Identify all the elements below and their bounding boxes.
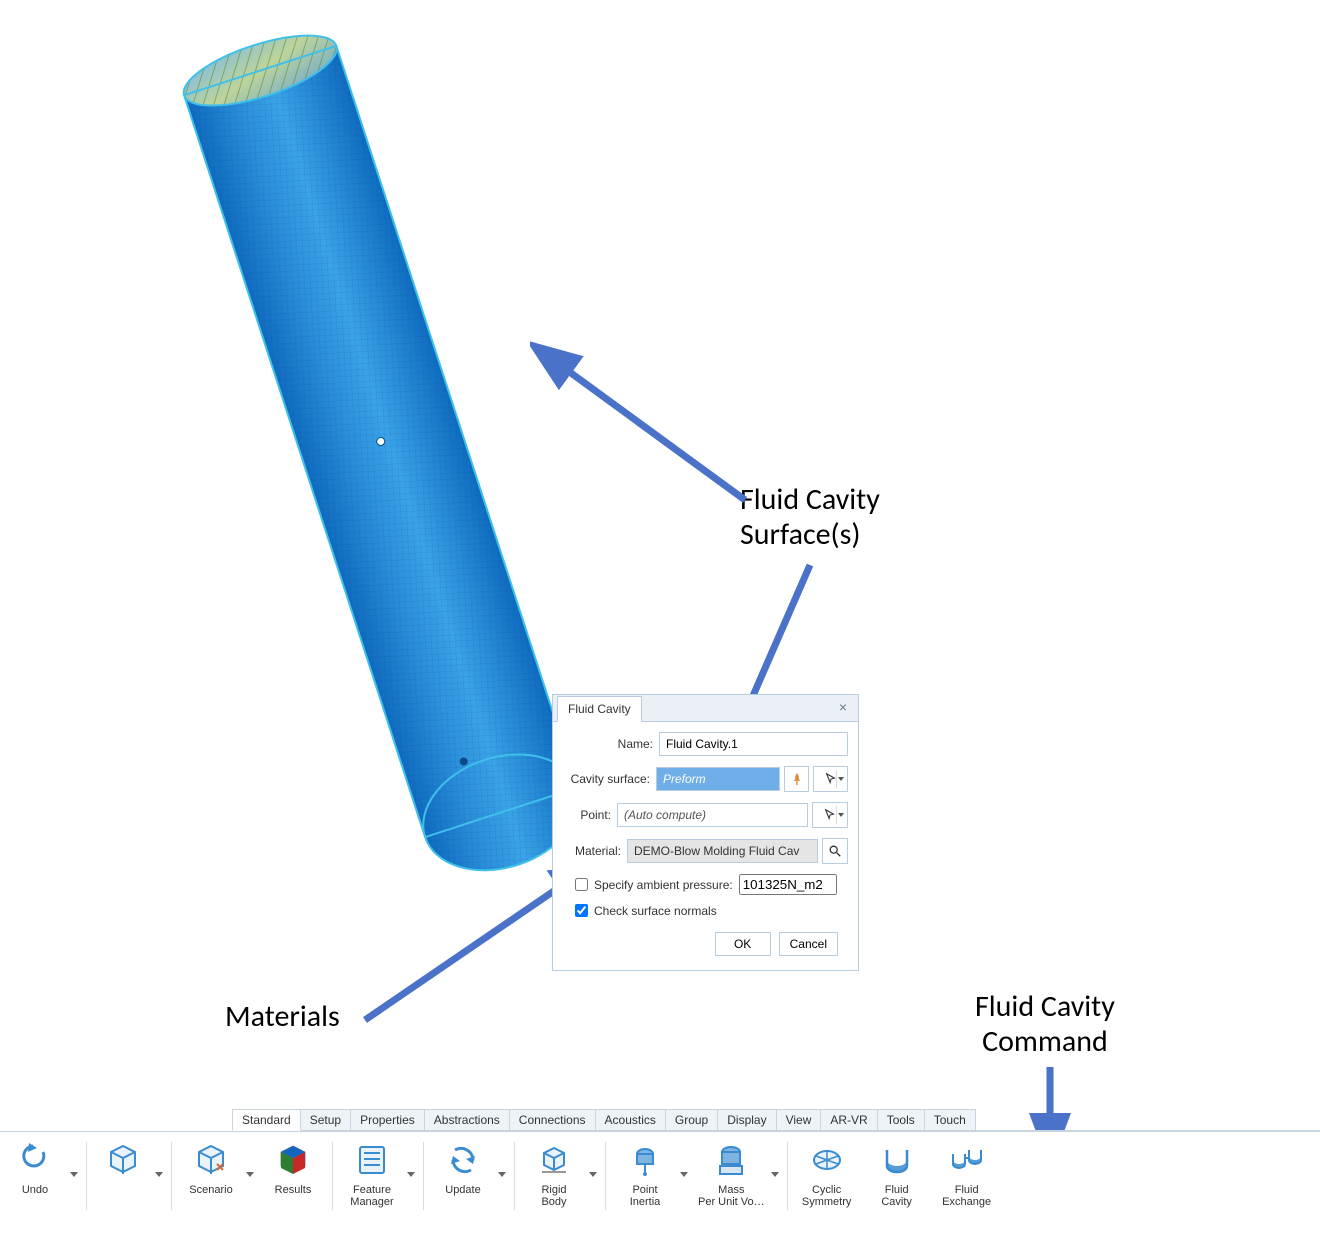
part-button[interactable] bbox=[91, 1132, 167, 1220]
tool-label: Undo bbox=[22, 1184, 48, 1196]
tab-ar-vr[interactable]: AR-VR bbox=[820, 1109, 877, 1130]
fluid-cavity-icon bbox=[875, 1138, 919, 1182]
name-input[interactable] bbox=[659, 732, 848, 756]
rigid-body-button[interactable]: Rigid Body bbox=[519, 1132, 601, 1220]
tool-label: Fluid Exchange bbox=[942, 1184, 991, 1208]
tool-label: Fluid Cavity bbox=[881, 1184, 912, 1208]
tool-label: Rigid Body bbox=[541, 1184, 566, 1208]
select-picker-button[interactable] bbox=[813, 766, 848, 792]
search-icon[interactable] bbox=[822, 838, 848, 864]
undo-icon bbox=[13, 1138, 57, 1182]
tab-setup[interactable]: Setup bbox=[300, 1109, 351, 1130]
undo-button[interactable]: Undo bbox=[0, 1132, 82, 1220]
cyclic-symmetry-button[interactable]: Cyclic Symmetry bbox=[792, 1132, 862, 1220]
tab-properties[interactable]: Properties bbox=[350, 1109, 425, 1130]
chevron-down-icon bbox=[407, 1172, 415, 1177]
chevron-down-icon bbox=[589, 1172, 597, 1177]
chevron-down-icon bbox=[771, 1172, 779, 1177]
annotation-materials: Materials bbox=[225, 1000, 340, 1035]
annotation-arrow bbox=[530, 340, 790, 540]
ribbon-toolbar: Undo Scenario bbox=[0, 1131, 1320, 1220]
tab-tools[interactable]: Tools bbox=[877, 1109, 925, 1130]
close-icon[interactable]: × bbox=[834, 698, 852, 716]
tool-label: Feature Manager bbox=[350, 1184, 393, 1208]
chevron-down-icon bbox=[246, 1172, 254, 1177]
feature-manager-button[interactable]: Feature Manager bbox=[337, 1132, 419, 1220]
label-check-surface-normals: Check surface normals bbox=[594, 904, 717, 918]
cyclic-symmetry-icon bbox=[805, 1138, 849, 1182]
cancel-button[interactable]: Cancel bbox=[779, 932, 838, 956]
chevron-down-icon bbox=[838, 813, 844, 817]
ambient-pressure-input bbox=[739, 874, 837, 895]
feature-manager-icon bbox=[350, 1138, 394, 1182]
tab-standard[interactable]: Standard bbox=[232, 1109, 301, 1131]
ribbon: Standard Setup Properties Abstractions C… bbox=[0, 1108, 1320, 1220]
point-inertia-button[interactable]: Point Inertia bbox=[610, 1132, 692, 1220]
chevron-down-icon bbox=[70, 1172, 78, 1177]
point-picker-button[interactable] bbox=[812, 802, 848, 828]
rigid-body-icon bbox=[532, 1138, 576, 1182]
tool-label: Mass Per Unit Vo… bbox=[698, 1184, 765, 1208]
specify-ambient-pressure-checkbox[interactable] bbox=[575, 878, 588, 891]
chevron-down-icon bbox=[680, 1172, 688, 1177]
point-input[interactable] bbox=[617, 803, 808, 827]
label-specify-ambient-pressure: Specify ambient pressure: bbox=[594, 878, 733, 892]
fluid-cavity-dialog: Fluid Cavity × Name: Cavity surface: Pre… bbox=[552, 694, 859, 971]
dialog-title: Fluid Cavity bbox=[568, 702, 631, 716]
point-inertia-icon bbox=[623, 1138, 667, 1182]
results-button[interactable]: Results bbox=[258, 1132, 328, 1220]
fluid-cavity-button[interactable]: Fluid Cavity bbox=[862, 1132, 932, 1220]
label-material: Material: bbox=[563, 844, 627, 858]
tab-connections[interactable]: Connections bbox=[509, 1109, 596, 1130]
tab-group[interactable]: Group bbox=[665, 1109, 718, 1130]
update-button[interactable]: Update bbox=[428, 1132, 510, 1220]
dialog-tab-fluid-cavity[interactable]: Fluid Cavity bbox=[557, 696, 642, 722]
tab-touch[interactable]: Touch bbox=[924, 1109, 976, 1130]
scenario-button[interactable]: Scenario bbox=[176, 1132, 258, 1220]
annotation-fluid-cavity-command: Fluid Cavity Command bbox=[975, 990, 1115, 1059]
pin-icon[interactable] bbox=[784, 766, 809, 792]
tab-abstractions[interactable]: Abstractions bbox=[424, 1109, 510, 1130]
tool-label: Results bbox=[275, 1184, 312, 1196]
cube-icon bbox=[101, 1138, 145, 1182]
update-icon bbox=[441, 1138, 485, 1182]
label-name: Name: bbox=[563, 737, 659, 751]
tool-label: Update bbox=[445, 1184, 480, 1196]
cavity-surface-field[interactable]: Preform bbox=[656, 767, 780, 791]
scenario-icon bbox=[189, 1138, 233, 1182]
check-surface-normals-checkbox[interactable] bbox=[575, 904, 588, 917]
chevron-down-icon bbox=[838, 777, 844, 781]
chevron-down-icon bbox=[155, 1172, 163, 1177]
mass-per-unit-button[interactable]: Mass Per Unit Vo… bbox=[692, 1132, 783, 1220]
chevron-down-icon bbox=[498, 1172, 506, 1177]
label-point: Point: bbox=[563, 808, 617, 822]
ribbon-tabstrip: Standard Setup Properties Abstractions C… bbox=[232, 1108, 1320, 1131]
tool-label: Cyclic Symmetry bbox=[802, 1184, 852, 1208]
fluid-exchange-icon bbox=[945, 1138, 989, 1182]
mass-per-unit-icon bbox=[709, 1138, 753, 1182]
tab-acoustics[interactable]: Acoustics bbox=[595, 1109, 666, 1130]
tool-label: Point Inertia bbox=[630, 1184, 661, 1208]
label-cavity-surface: Cavity surface: bbox=[563, 772, 656, 786]
tab-display[interactable]: Display bbox=[717, 1109, 776, 1130]
tab-view[interactable]: View bbox=[776, 1109, 822, 1130]
results-icon bbox=[271, 1138, 315, 1182]
material-field[interactable]: DEMO-Blow Molding Fluid Cav bbox=[627, 839, 818, 863]
tool-label: Scenario bbox=[189, 1184, 232, 1196]
fluid-exchange-button[interactable]: Fluid Exchange bbox=[932, 1132, 1002, 1220]
ok-button[interactable]: OK bbox=[715, 932, 771, 956]
